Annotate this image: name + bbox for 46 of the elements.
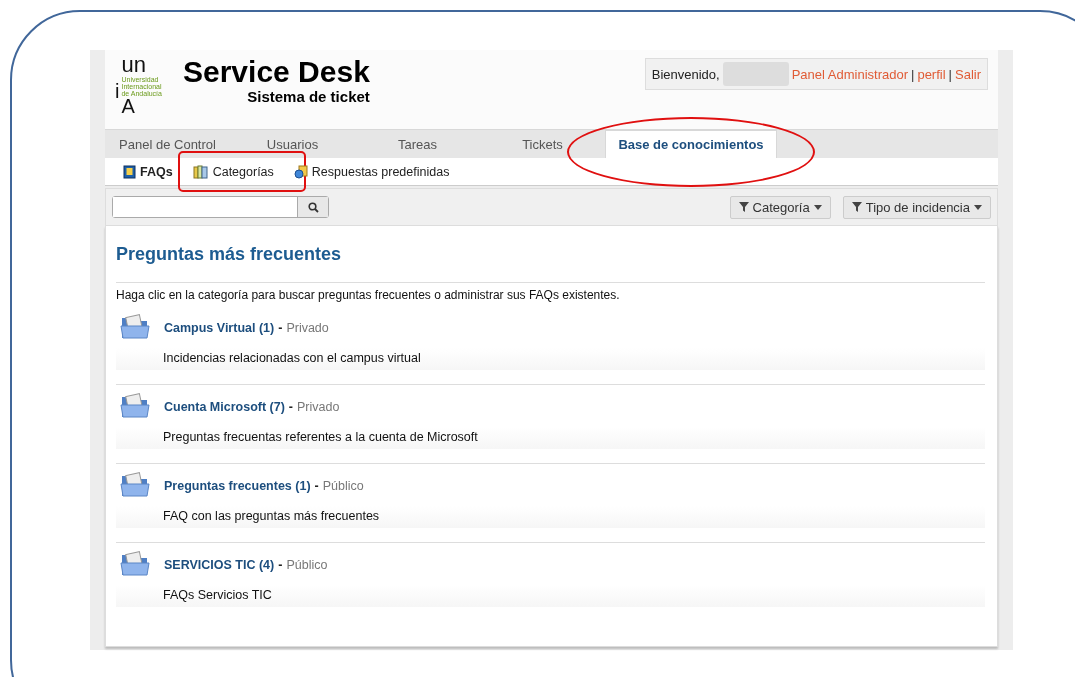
dash: - bbox=[278, 321, 283, 335]
category-link[interactable]: Preguntas frecuentes (1) bbox=[164, 479, 311, 493]
filter-icon bbox=[851, 202, 862, 212]
visibility-label: Privado bbox=[297, 400, 340, 414]
app-title: Service Desk bbox=[183, 56, 370, 88]
dash: - bbox=[288, 400, 293, 414]
separator: | bbox=[911, 66, 915, 82]
books-icon bbox=[192, 164, 209, 179]
page-heading: Preguntas más frecuentes bbox=[116, 226, 985, 283]
category-link[interactable]: Cuenta Microsoft (7) bbox=[164, 400, 285, 414]
folder-icon bbox=[120, 472, 150, 498]
category-description: Incidencias relacionadas con el campus virtual bbox=[163, 351, 421, 365]
visibility-label: Público bbox=[322, 479, 364, 493]
book-icon bbox=[123, 164, 136, 179]
folder-icon bbox=[120, 551, 150, 577]
filter-icon bbox=[738, 202, 749, 212]
greeting: Bienvenido, bbox=[651, 66, 720, 82]
folder-icon bbox=[120, 393, 150, 419]
nav-tab[interactable]: Panel de Control bbox=[105, 131, 230, 158]
dash: - bbox=[314, 479, 319, 493]
app-subtitle: Sistema de ticket bbox=[247, 88, 370, 106]
dash: - bbox=[278, 558, 283, 572]
visibility-label: Privado bbox=[286, 321, 329, 335]
subnav-link[interactable]: Respuestas predefinidas bbox=[293, 164, 450, 179]
caret-icon bbox=[813, 204, 822, 210]
search-button[interactable] bbox=[297, 197, 328, 217]
category-description: Preguntas frecuentas referentes a la cuenta de Microsoft bbox=[163, 430, 478, 444]
separator: | bbox=[948, 66, 952, 82]
caret-icon bbox=[974, 204, 982, 210]
database-icon bbox=[293, 164, 308, 179]
intro-text: Haga clic en la categoría para buscar preguntas frecuentes o administrar sus FAQs existentes. bbox=[116, 288, 621, 302]
filter-dropdown[interactable]: Categoría bbox=[729, 195, 831, 219]
category-link[interactable]: SERVICIOS TIC (4) bbox=[164, 558, 275, 572]
nav-tab[interactable]: Usuarios bbox=[230, 131, 355, 158]
nav-tab[interactable]: Tareas bbox=[355, 131, 480, 158]
category-description: FAQ con las preguntas más frecuentes bbox=[163, 509, 380, 523]
category-link[interactable]: Campus Virtual (1) bbox=[164, 321, 275, 335]
subnav-link[interactable]: Categorías bbox=[192, 164, 274, 179]
nav-tab[interactable]: Tickets bbox=[480, 131, 605, 158]
filter-dropdown[interactable]: Tipo de incidencia bbox=[842, 195, 991, 219]
category-description: FAQs Servicios TIC bbox=[163, 588, 272, 602]
visibility-label: Público bbox=[286, 558, 328, 572]
nav-tab[interactable]: Base de conocimientos bbox=[605, 130, 777, 158]
search-icon bbox=[307, 201, 319, 213]
subnav-link[interactable]: FAQs bbox=[123, 164, 173, 179]
folder-icon bbox=[120, 314, 150, 340]
